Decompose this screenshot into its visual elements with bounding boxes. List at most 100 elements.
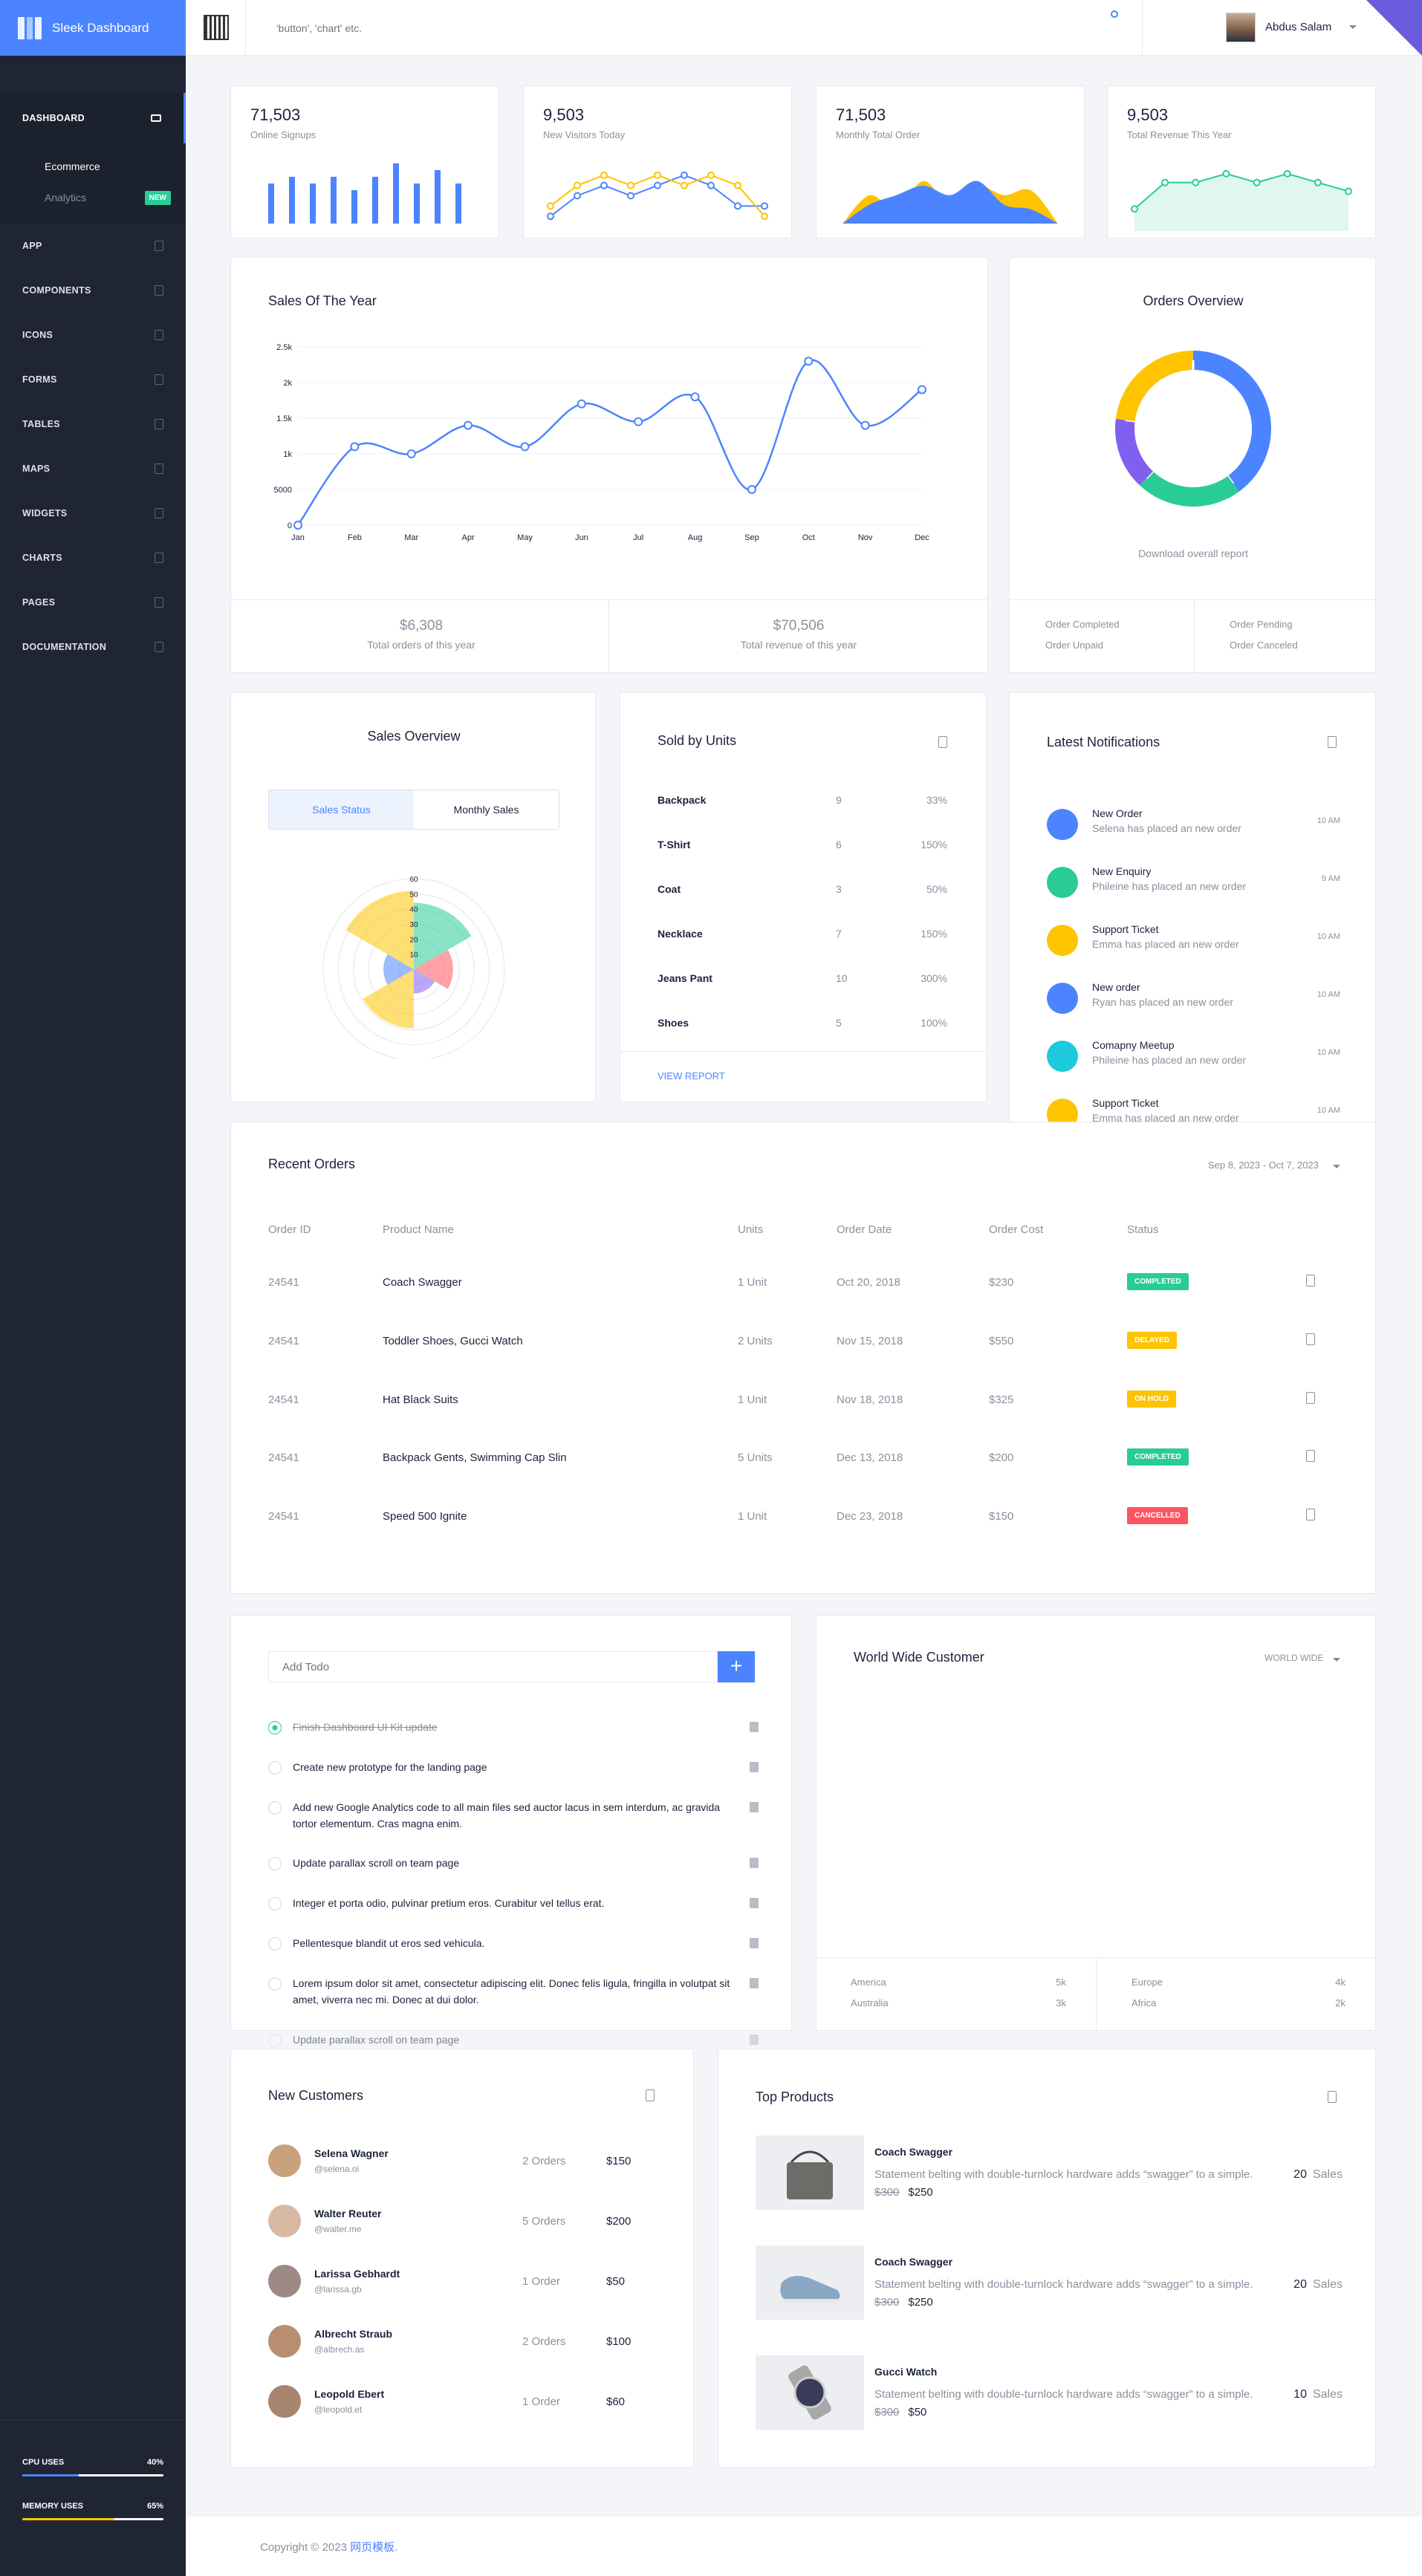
sidebar-subitem-ecommerce[interactable]: Ecommerce bbox=[0, 151, 186, 182]
notification-item[interactable]: New Enquiry Phileine has placed an new or… bbox=[1047, 861, 1340, 905]
sidebar-item-maps[interactable]: MAPS bbox=[0, 446, 186, 491]
chevron-icon bbox=[155, 419, 163, 429]
item-units: 5 bbox=[836, 1017, 842, 1029]
checkbox[interactable] bbox=[268, 1937, 282, 1951]
customer-row[interactable]: Leopold Ebert @leopold.et 1 Order $60 bbox=[268, 2379, 655, 2424]
region-name: Australia bbox=[851, 1997, 889, 2009]
trash-icon[interactable] bbox=[750, 1898, 759, 1908]
notification-item[interactable]: New order Ryan has placed an new order 10 … bbox=[1047, 977, 1340, 1021]
sidebar-item-icons[interactable]: ICONS bbox=[0, 313, 186, 357]
more-icon[interactable] bbox=[938, 736, 947, 748]
trash-icon[interactable] bbox=[750, 1978, 759, 1988]
checkbox[interactable] bbox=[268, 1761, 282, 1775]
user-name[interactable]: Abdus Salam bbox=[1265, 21, 1331, 33]
avatar[interactable] bbox=[1226, 13, 1256, 42]
customer-row[interactable]: Selena Wagner @selena.oi 2 Orders $150 bbox=[268, 2138, 655, 2183]
item-pct: 300% bbox=[921, 972, 947, 984]
checkbox[interactable] bbox=[268, 1801, 282, 1815]
item-pct: 50% bbox=[926, 883, 947, 895]
trash-icon[interactable] bbox=[750, 1802, 759, 1812]
x-tick-label: Sep bbox=[744, 533, 759, 542]
customer-row[interactable]: Albrecht Straub @albrech.as 2 Orders $100 bbox=[268, 2319, 655, 2364]
sales-year-card: Sales Of The Year 0 5000 1k 1.5k 2k 2.5k Jan Fe… bbox=[230, 257, 988, 673]
customer-amount: $50 bbox=[606, 2275, 626, 2288]
product-item[interactable]: Gucci Watch Statement belting with doubl… bbox=[756, 2355, 1343, 2452]
trash-icon[interactable] bbox=[750, 1938, 759, 1948]
sidebar-item-pages[interactable]: PAGES bbox=[0, 580, 186, 625]
view-report-link[interactable]: VIEW REPORT bbox=[658, 1070, 725, 1082]
sales-overview-card: Sales Overview Sales Status Monthly Sale… bbox=[230, 692, 596, 1102]
customer-row[interactable]: Walter Reuter @walter.me 5 Orders $200 bbox=[268, 2199, 655, 2243]
total-orders-label: Total orders of this year bbox=[367, 639, 475, 651]
notification-item[interactable]: Support Ticket Emma has placed an new ord… bbox=[1047, 919, 1340, 963]
brand[interactable]: Sleek Dashboard bbox=[0, 0, 186, 56]
notification-icon[interactable] bbox=[1111, 10, 1118, 18]
chevron-icon bbox=[155, 553, 163, 563]
download-report-link[interactable]: Download overall report bbox=[1010, 547, 1377, 559]
item-pct: 100% bbox=[921, 1017, 947, 1029]
add-todo-button[interactable]: + bbox=[718, 1651, 755, 1682]
region-filter[interactable]: WORLD WIDE bbox=[1264, 1653, 1323, 1663]
sidebar-item-app[interactable]: APP bbox=[0, 224, 186, 268]
data-point bbox=[681, 181, 688, 189]
tab-sales-status[interactable]: Sales Status bbox=[269, 790, 414, 829]
more-icon[interactable] bbox=[1306, 1450, 1315, 1462]
trash-icon[interactable] bbox=[750, 1762, 759, 1772]
sidebar-item-dashboard[interactable]: DASHBOARD bbox=[0, 93, 186, 143]
menu-toggle-icon[interactable] bbox=[204, 15, 229, 40]
order-units: 1 Unit bbox=[738, 1276, 767, 1289]
more-icon[interactable] bbox=[1306, 1333, 1315, 1345]
sidebar-subitem-analytics[interactable]: Analytics NEW bbox=[0, 182, 186, 213]
date-range-picker[interactable]: Sep 8, 2023 - Oct 7, 2023 bbox=[1208, 1159, 1319, 1171]
trash-icon[interactable] bbox=[750, 2035, 759, 2045]
notification-item[interactable]: Comapny Meetup Phileine has placed an new… bbox=[1047, 1035, 1340, 1079]
item-name: Necklace bbox=[658, 928, 703, 940]
footer-link[interactable]: 网页模板. bbox=[350, 2541, 397, 2554]
trash-icon[interactable] bbox=[750, 1858, 759, 1868]
chevron-down-icon[interactable] bbox=[1349, 25, 1357, 29]
more-icon[interactable] bbox=[1328, 736, 1337, 748]
checkbox[interactable] bbox=[268, 1721, 282, 1734]
customer-row[interactable]: Larissa Gebhardt @larissa.gb 1 Order $50 bbox=[268, 2259, 655, 2303]
sidebar-item-forms[interactable]: FORMS bbox=[0, 357, 186, 402]
sidebar-item-widgets[interactable]: WIDGETS bbox=[0, 491, 186, 536]
customer-name: Larissa Gebhardt bbox=[314, 2268, 400, 2280]
stat-value: 9,503 bbox=[543, 105, 585, 124]
more-icon[interactable] bbox=[646, 2089, 655, 2101]
corner-decoration bbox=[1366, 0, 1422, 56]
notification-icon bbox=[1047, 983, 1078, 1014]
x-tick-label: Jan bbox=[291, 533, 305, 542]
sidebar-item-components[interactable]: COMPONENTS bbox=[0, 268, 186, 313]
more-icon[interactable] bbox=[1328, 2091, 1337, 2103]
sidebar-item-charts[interactable]: CHARTS bbox=[0, 536, 186, 580]
tab-monthly-sales[interactable]: Monthly Sales bbox=[414, 790, 559, 829]
sales-count: 20 bbox=[1293, 2278, 1307, 2291]
notification-item[interactable]: Support Ticket Emma has placed an new ord… bbox=[1047, 1093, 1340, 1122]
stat-value: 9,503 bbox=[1127, 105, 1169, 124]
todo-input[interactable] bbox=[268, 1651, 718, 1682]
more-icon[interactable] bbox=[1306, 1275, 1315, 1287]
more-icon[interactable] bbox=[1306, 1392, 1315, 1404]
donut-slice bbox=[1115, 418, 1154, 486]
sidebar-item-tables[interactable]: TABLES bbox=[0, 402, 186, 446]
trash-icon[interactable] bbox=[750, 1722, 759, 1732]
more-icon[interactable] bbox=[1306, 1509, 1315, 1520]
sales-line-chart: 0 5000 1k 1.5k 2k 2.5k Jan Feb Mar Apr May Jun Jul Au… bbox=[274, 343, 930, 542]
chevron-down-icon[interactable] bbox=[1333, 1658, 1340, 1662]
data-point bbox=[520, 442, 530, 452]
sidebar-item-documentation[interactable]: DOCUMENTATION bbox=[0, 625, 186, 669]
search-input[interactable] bbox=[276, 19, 648, 37]
checkbox[interactable] bbox=[268, 1977, 282, 1991]
item-units: 9 bbox=[836, 794, 842, 806]
chevron-icon bbox=[155, 508, 163, 518]
product-item[interactable]: Coach Swagger Statement belting with dou… bbox=[756, 2136, 1343, 2232]
notification-item[interactable]: New Order Selena has placed an new order 1… bbox=[1047, 803, 1340, 848]
card-title: Sales Of The Year bbox=[268, 293, 377, 308]
product-item[interactable]: Coach Swagger Statement belting with dou… bbox=[756, 2245, 1343, 2342]
checkbox[interactable] bbox=[268, 2034, 282, 2047]
data-point bbox=[1222, 169, 1230, 178]
item-units: 3 bbox=[836, 883, 842, 895]
chevron-down-icon[interactable] bbox=[1333, 1165, 1340, 1168]
checkbox[interactable] bbox=[268, 1897, 282, 1910]
checkbox[interactable] bbox=[268, 1857, 282, 1870]
